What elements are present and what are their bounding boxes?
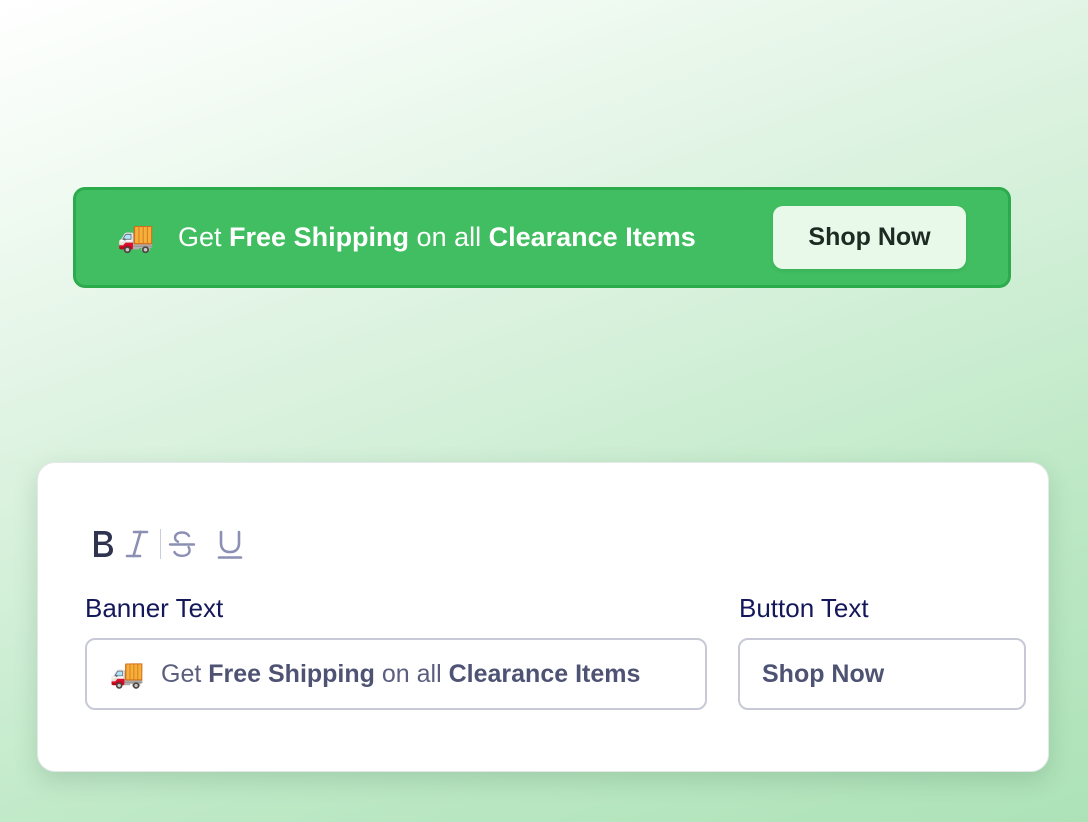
banner-message: Get Free Shipping on all Clearance Items xyxy=(178,222,696,252)
banner-text-label: Banner Text xyxy=(85,593,224,623)
strikethrough-button[interactable] xyxy=(165,524,199,564)
italic-button[interactable] xyxy=(120,524,154,564)
delivery-truck-icon: 🚚 xyxy=(117,220,155,254)
promo-banner: 🚚 Get Free Shipping on all Clearance Ite… xyxy=(73,187,1011,288)
strikethrough-icon xyxy=(168,531,196,558)
shop-now-button[interactable]: Shop Now xyxy=(773,206,966,269)
delivery-truck-icon: 🚚 xyxy=(109,658,145,689)
underline-icon xyxy=(217,530,243,559)
banner-text-value: Get Free Shipping on all Clearance Items xyxy=(161,659,641,688)
button-text-value: Shop Now xyxy=(762,659,885,688)
bold-button[interactable] xyxy=(86,524,120,564)
bold-icon xyxy=(94,531,113,557)
banner-editor-card: Banner Text 🚚 Get Free Shipping on all C… xyxy=(37,462,1049,772)
button-text-input[interactable]: Shop Now xyxy=(738,638,1026,710)
button-text-label: Button Text xyxy=(739,593,869,623)
formatting-toolbar xyxy=(86,523,247,565)
toolbar-divider xyxy=(160,529,161,559)
banner-text-input[interactable]: 🚚 Get Free Shipping on all Clearance Ite… xyxy=(85,638,707,710)
italic-icon xyxy=(125,530,149,558)
underline-button[interactable] xyxy=(213,524,247,564)
